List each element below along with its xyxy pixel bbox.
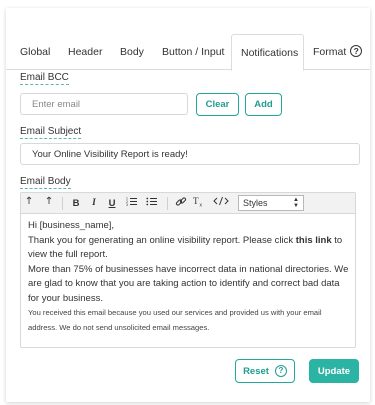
tab-format[interactable]: Format? (313, 34, 363, 70)
add-button[interactable]: Add (245, 93, 282, 116)
tab-bar: Global Header Body Button / Input Notifi… (6, 34, 370, 71)
body-text: Thank you for generating an online visib… (28, 234, 296, 246)
body-disclaimer: You received this email because you used… (28, 308, 322, 332)
underline-button[interactable]: U (105, 196, 119, 211)
numbered-list-icon[interactable]: 123 (125, 196, 139, 211)
clear-formatting-icon[interactable]: Tx (192, 196, 206, 211)
update-button[interactable]: Update (309, 359, 359, 383)
toolbar-divider (62, 197, 63, 210)
email-bcc-input[interactable]: Enter email (20, 93, 188, 115)
source-code-icon[interactable] (212, 196, 230, 211)
email-body-label: Email Body (20, 176, 71, 189)
bulleted-list-icon[interactable] (145, 196, 159, 211)
body-paragraph-1: Thank you for generating an online visib… (28, 234, 350, 263)
email-subject-label: Email Subject (20, 126, 82, 139)
tab-global[interactable]: Global (20, 34, 50, 70)
tab-notifications[interactable]: Notifications (231, 34, 304, 71)
svg-text:3: 3 (126, 203, 128, 206)
bold-button[interactable]: B (69, 196, 83, 211)
report-link[interactable]: this link (296, 235, 332, 246)
svg-text:x: x (200, 203, 203, 208)
notifications-panel: Global Header Body Button / Input Notifi… (6, 8, 370, 402)
body-paragraph-2: More than 75% of businesses have incorre… (28, 263, 349, 304)
reset-button[interactable]: Reset? (235, 359, 295, 383)
select-arrows-icon: ▲ ▼ (293, 197, 299, 209)
link-icon[interactable] (174, 196, 188, 211)
tab-format-label: Format (313, 46, 347, 58)
undo-icon[interactable] (24, 196, 38, 211)
editor-content[interactable]: Hi [business_name], Thank you for genera… (28, 219, 350, 335)
italic-button[interactable]: I (87, 196, 101, 211)
reset-label: Reset (243, 365, 269, 377)
tab-body[interactable]: Body (120, 34, 144, 70)
styles-select[interactable]: Styles ▲ ▼ (238, 195, 304, 211)
email-body-editor[interactable]: B I U 123 Tx Styles ▲ ▼ Hi [business_nam… (20, 192, 356, 348)
email-subject-input[interactable]: Your Online Visibility Report is ready! (20, 143, 360, 165)
redo-icon[interactable] (42, 196, 56, 211)
help-icon[interactable]: ? (350, 45, 363, 58)
email-bcc-label: Email BCC (20, 72, 69, 85)
tab-header[interactable]: Header (68, 34, 102, 70)
body-greeting: Hi [business_name], (28, 220, 115, 231)
help-icon: ? (274, 365, 287, 377)
toolbar-divider (167, 197, 168, 210)
tab-button-input[interactable]: Button / Input (162, 34, 224, 70)
svg-text:T: T (193, 196, 199, 206)
styles-select-label: Styles (243, 198, 268, 208)
clear-button[interactable]: Clear (196, 93, 239, 116)
editor-toolbar: B I U 123 Tx Styles ▲ ▼ (21, 193, 355, 214)
